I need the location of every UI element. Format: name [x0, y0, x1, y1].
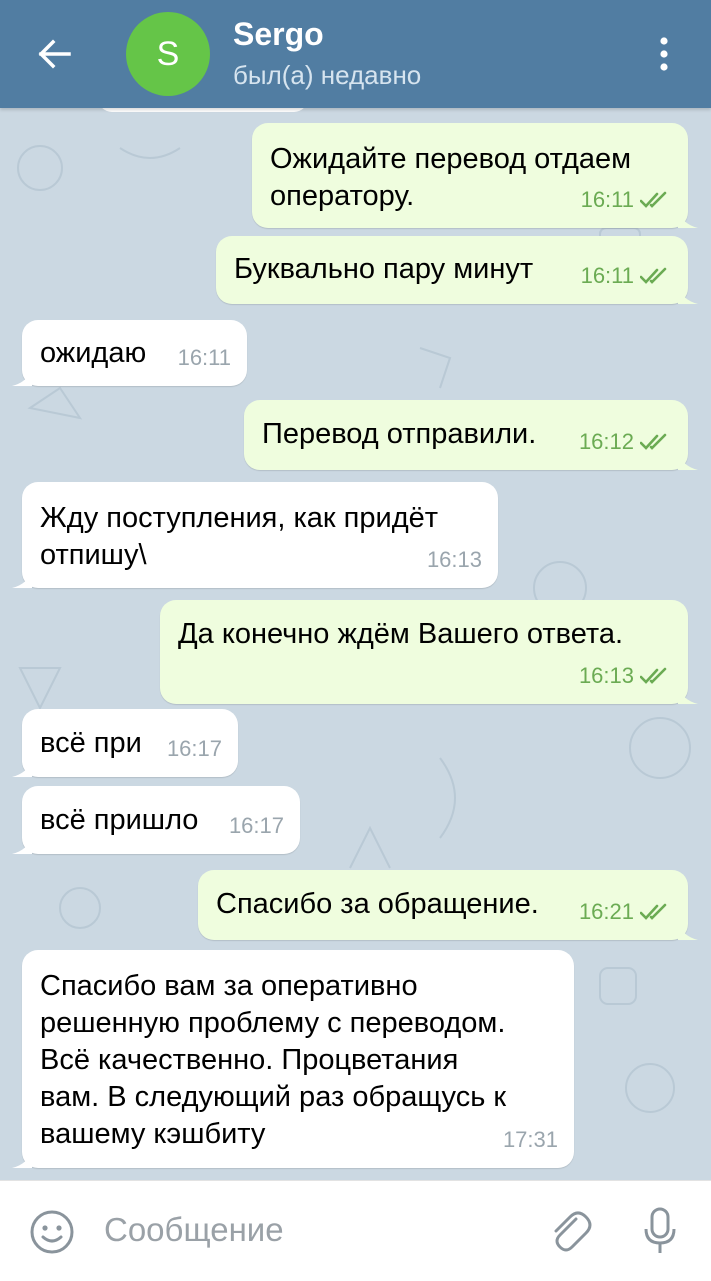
message-input[interactable]: Сообщение [104, 1211, 284, 1249]
bubble-tail [678, 686, 698, 704]
message-time: 16:11 [177, 345, 231, 370]
double-check-icon [640, 267, 667, 284]
double-check-icon [640, 433, 667, 450]
outgoing-message[interactable]: Да конечно ждём Вашего ответа. 16:13 [160, 600, 698, 704]
message-meta: 16:17 [229, 807, 284, 844]
more-menu-button[interactable] [646, 30, 682, 78]
outgoing-message[interactable]: Спасибо за обращение. 16:21 [198, 870, 698, 940]
chat-title[interactable]: Sergo [233, 16, 324, 53]
message-meta: 16:11 [581, 181, 672, 218]
message-list[interactable]: Ожидайте перевод отдаем оператору. 16:11 Б… [0, 108, 711, 1180]
paperclip-icon[interactable] [546, 1207, 594, 1255]
message-time: 17:31 [502, 1127, 558, 1152]
emoji-icon[interactable] [28, 1208, 76, 1256]
previous-message-edge [98, 108, 308, 112]
message-input-bar: Сообщение [0, 1180, 711, 1281]
message-text: Да конечно ждём Вашего ответа. [178, 618, 624, 650]
message-meta: 16:21 [579, 893, 672, 930]
message-time: 16:12 [578, 429, 634, 454]
message-time: 16:11 [580, 187, 634, 212]
incoming-message[interactable]: Жду поступления, как придёт отпишу\ 16:13 [12, 482, 498, 588]
bubble-tail [12, 368, 32, 386]
message-time: 16:17 [166, 736, 222, 761]
outgoing-message[interactable]: Буквально пару минут 16:11 [216, 236, 698, 304]
incoming-message[interactable]: всё при 16:17 [12, 709, 238, 777]
avatar[interactable]: S [126, 12, 210, 96]
bubble-tail [12, 759, 32, 777]
avatar-letter: S [156, 34, 180, 73]
message-time: 16:13 [578, 663, 634, 688]
bubble-tail [12, 570, 32, 588]
incoming-message[interactable]: Спасибо вам за оперативно решенную пробл… [12, 950, 574, 1168]
bubble-tail [678, 286, 698, 304]
chat-header: S Sergo был(а) недавно [0, 0, 711, 108]
bubble-tail [678, 452, 698, 470]
more-vertical-icon [660, 37, 668, 71]
double-check-icon [640, 903, 667, 920]
message-meta: 16:17 [167, 730, 222, 767]
chat-status: был(а) недавно [233, 60, 422, 90]
double-check-icon [640, 191, 667, 208]
message-text: Жду поступления, как придёт отпишу\ [40, 502, 439, 571]
bubble-tail [12, 1150, 32, 1168]
outgoing-message[interactable]: Перевод отправили. 16:12 [244, 400, 698, 470]
message-time: 16:21 [578, 899, 634, 924]
message-meta: 17:31 [503, 1121, 558, 1158]
bubble-tail [678, 210, 698, 228]
microphone-icon[interactable] [636, 1205, 684, 1257]
message-time: 16:11 [580, 263, 634, 288]
message-meta: 16:13 [427, 541, 482, 578]
bubble-tail [678, 922, 698, 940]
double-check-icon [640, 667, 667, 684]
message-time: 16:13 [426, 547, 482, 572]
outgoing-message[interactable]: Ожидайте перевод отдаем оператору. 16:11 [252, 123, 698, 228]
incoming-message[interactable]: всё пришло 16:17 [12, 786, 300, 854]
back-button[interactable] [30, 30, 78, 78]
message-meta: 16:12 [579, 423, 672, 460]
message-meta: 16:11 [581, 257, 672, 294]
bubble-tail [12, 836, 32, 854]
arrow-left-icon [38, 39, 71, 69]
message-time: 16:17 [228, 813, 284, 838]
message-meta: 16:13 [579, 657, 672, 694]
message-text: Спасибо вам за оперативно решенную пробл… [40, 970, 507, 1150]
incoming-message[interactable]: ожидаю 16:11 [12, 320, 247, 386]
message-meta: 16:11 [178, 339, 231, 376]
